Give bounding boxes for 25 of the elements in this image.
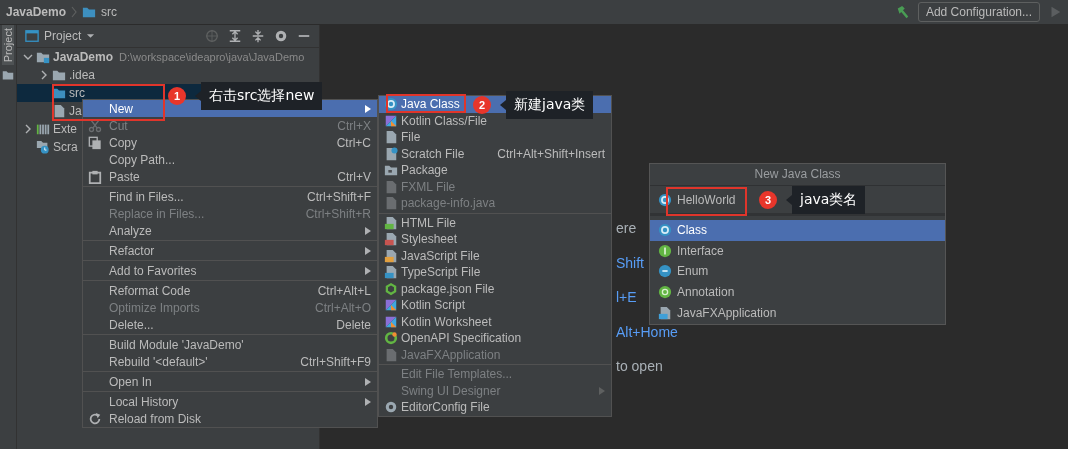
shortcut-text: Ctrl+Alt+O: [315, 300, 371, 315]
tree-label: src: [69, 86, 85, 100]
shortcut-text: Ctrl+Shift+F: [306, 189, 371, 204]
tree-label: .idea: [69, 68, 96, 82]
shortcut-text: Ctrl+Shift+F9: [300, 354, 371, 369]
tree-label: JavaDemo: [53, 50, 114, 64]
callout-label: 右击src选择new: [201, 82, 323, 110]
tree-label: Exte: [53, 122, 77, 136]
shortcut-text: Shift: [616, 253, 644, 272]
callout-label: 新建java类: [506, 91, 594, 119]
callout-label: java类名: [792, 186, 866, 214]
hint-text: to open: [616, 357, 663, 375]
shortcut-text: l+E: [616, 288, 637, 306]
tree-label: Ja: [69, 104, 82, 118]
shortcut-text: Ctrl+Alt+L: [317, 283, 371, 298]
shortcut-text: Ctrl+Shift+R: [305, 206, 371, 221]
path-label: D:\workspace\ideapro\java\JavaDemo: [119, 51, 305, 63]
hint-text: ere: [616, 219, 637, 237]
shortcut-text: Ctrl+V: [337, 169, 371, 184]
shortcut-text: Ctrl+Alt+Shift+Insert: [497, 146, 605, 161]
shortcut-text: Delete: [336, 317, 371, 332]
shortcut-text: Alt+Home: [616, 322, 678, 341]
tree-label: Scra: [53, 140, 78, 154]
shortcut-text: Ctrl+X: [337, 118, 371, 133]
shortcut-text: Ctrl+C: [336, 135, 371, 150]
